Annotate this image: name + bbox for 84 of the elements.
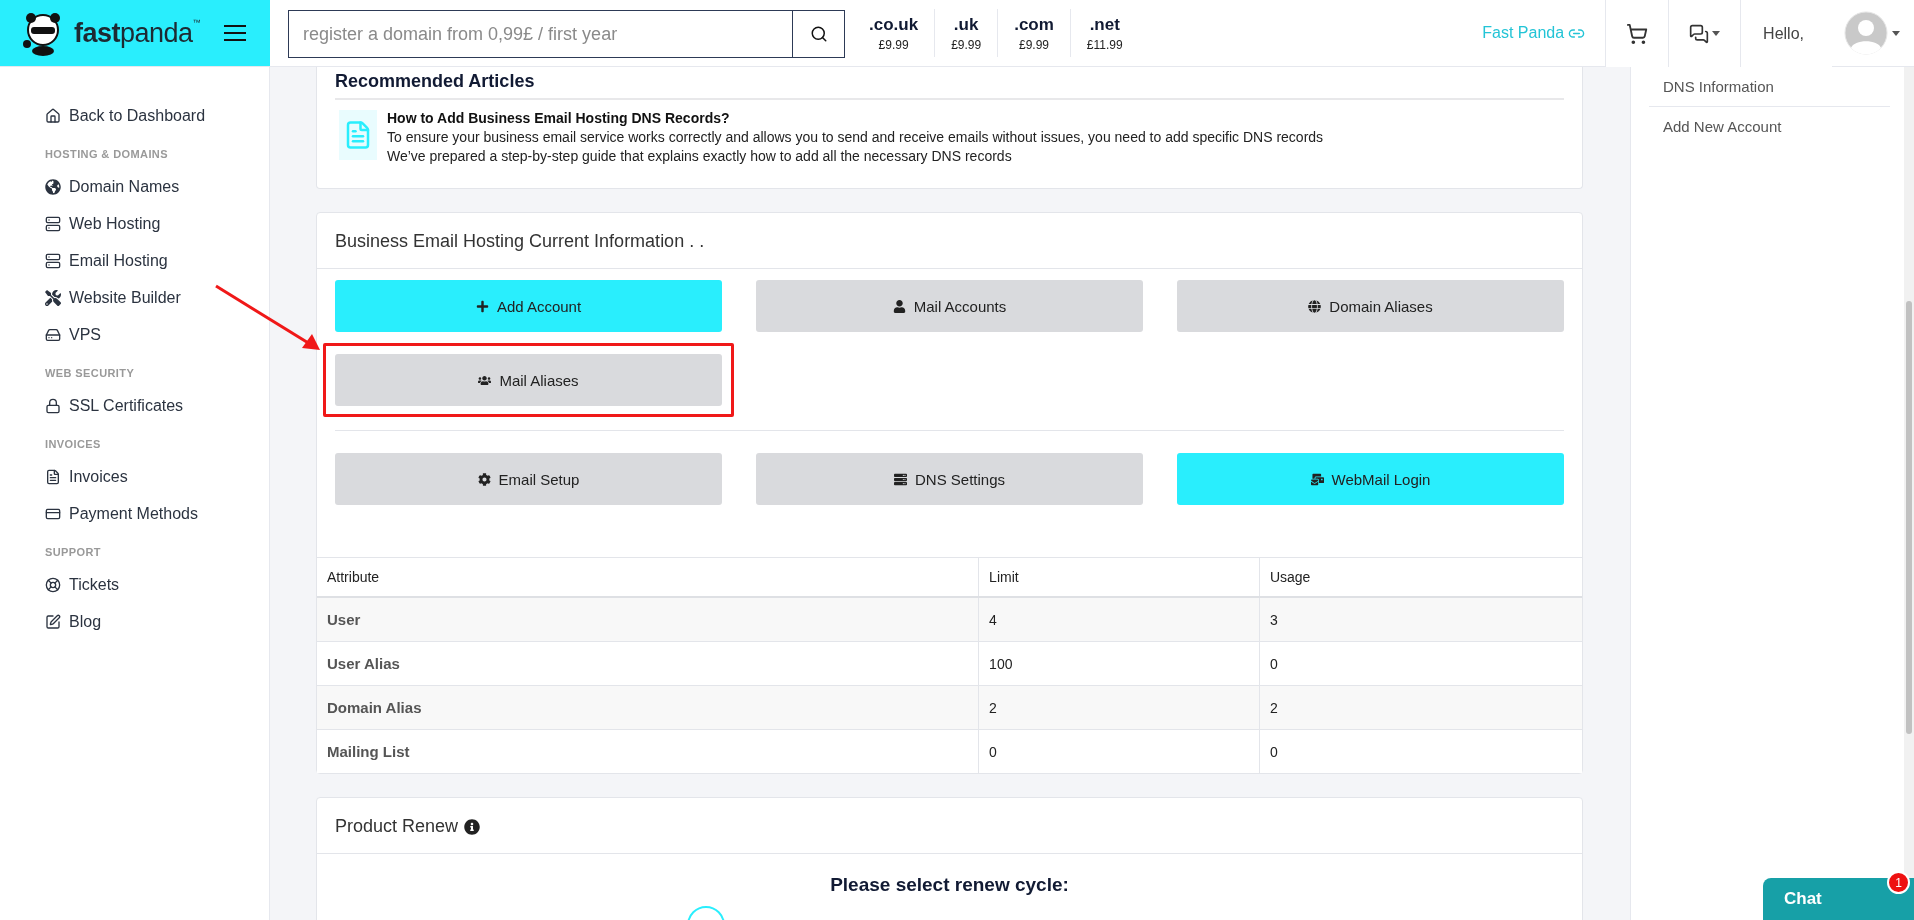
lifebuoy-icon — [45, 576, 61, 593]
sidebar-heading: WEB SECURITY — [45, 367, 136, 379]
edit-icon — [45, 613, 61, 630]
sidebar-item[interactable]: Blog — [45, 603, 269, 640]
globe-icon — [1308, 299, 1322, 313]
table-cell: 100 — [978, 641, 1260, 686]
table-cell: 4 — [978, 597, 1260, 642]
domain-price: £9.99 — [951, 37, 982, 52]
table-cell: User Alias — [317, 641, 979, 686]
search-icon — [809, 25, 828, 43]
article-link[interactable]: How to Add Business Email Hosting DNS Records? — [387, 110, 1324, 126]
domain-price: £9.99 — [878, 37, 909, 52]
action-button[interactable]: WebMail Login — [1177, 453, 1564, 505]
sidebar-item[interactable]: Domain Names — [45, 168, 269, 205]
back-to-dashboard-link[interactable]: Back to Dashboard — [45, 97, 269, 134]
lock-icon — [45, 397, 61, 414]
avatar-icon — [1844, 11, 1888, 55]
table-cell: 0 — [1259, 641, 1582, 686]
caret-icon — [1892, 30, 1900, 36]
cart-button[interactable] — [1605, 0, 1669, 67]
table-cell: 3 — [1259, 597, 1582, 642]
article-description: We’ve prepared a step-by-step guide that explains exactly how to add all the necessary DNS records — [387, 148, 1013, 164]
search-button[interactable] — [793, 10, 845, 58]
messages-button[interactable] — [1668, 0, 1741, 67]
greeting-text: Hello, — [1762, 24, 1805, 43]
domain-extension: .uk — [953, 14, 979, 35]
users-icon — [478, 373, 492, 387]
table-cell: 0 — [978, 729, 1260, 773]
action-button[interactable]: Mail Aliases — [335, 354, 722, 406]
table-cell: 2 — [1259, 685, 1582, 730]
server-icon — [893, 472, 907, 486]
action-button[interactable]: Email Setup — [335, 453, 722, 505]
tools-icon — [45, 289, 61, 306]
table-cell: 2 — [978, 685, 1260, 730]
action-button[interactable]: Domain Aliases — [1177, 280, 1564, 332]
sidebar-item[interactable]: Website Builder — [45, 279, 269, 316]
chat-bubbles-icon — [1689, 23, 1710, 44]
domain-extension: .net — [1089, 14, 1120, 35]
server-icon — [45, 215, 61, 232]
card-title: Product Renew — [335, 816, 459, 837]
sidebar-heading: INVOICES — [45, 438, 102, 450]
document-icon — [45, 468, 61, 485]
home-icon — [45, 107, 61, 124]
action-button[interactable]: Add Account — [335, 280, 722, 332]
scrollbar-thumb[interactable] — [1906, 301, 1912, 734]
articles-title: Recommended Articles — [335, 67, 1564, 100]
logo-text: fastpanda$^{™}$ — [74, 17, 201, 49]
renew-prompt: Please select renew cycle: — [829, 873, 1070, 897]
sidebar-item[interactable]: Invoices — [45, 458, 269, 495]
menu-button[interactable] — [224, 25, 247, 41]
globe-icon — [45, 178, 61, 195]
sidebar-item[interactable]: Tickets — [45, 566, 269, 603]
cart-icon — [1626, 22, 1649, 45]
domain-extension: .com — [1014, 14, 1054, 35]
mailbox-icon — [1310, 472, 1324, 486]
plus-icon — [475, 299, 489, 313]
table-cell: User — [317, 597, 979, 642]
domain-price: £9.99 — [1019, 37, 1049, 52]
side-menu-item[interactable]: DNS Information — [1649, 67, 1890, 107]
table-cell: Mailing List — [317, 729, 979, 773]
action-button[interactable]: Mail Accounts — [756, 280, 1143, 332]
sidebar-item[interactable]: Web Hosting — [45, 205, 269, 242]
gear-icon — [477, 472, 491, 486]
table-cell: Domain Alias — [317, 685, 979, 730]
sidebar-item[interactable]: Payment Methods — [45, 495, 269, 532]
sidebar-item[interactable]: VPS — [45, 316, 269, 353]
sidebar-item[interactable]: SSL Certificates — [45, 387, 269, 424]
sidebar-heading: HOSTING & DOMAINS — [45, 148, 169, 160]
caret-icon — [1712, 31, 1721, 36]
hard-drive-icon — [45, 326, 61, 343]
domain-search-field[interactable]: register a domain from 0,99£ / first year — [288, 10, 793, 58]
article-description: To ensure your business email service works correctly and allows you to send and receive emails without issues, you need to add specific DNS records — [387, 129, 1324, 145]
domain-extension: .co.uk — [869, 14, 919, 35]
sidebar-heading: SUPPORT — [45, 546, 102, 558]
table-cell: 0 — [1259, 729, 1582, 773]
card-title: Business Email Hosting Current Information . . — [317, 213, 1582, 269]
info-icon[interactable] — [464, 818, 481, 835]
user-icon — [892, 299, 906, 313]
sidebar-item[interactable]: Email Hosting — [45, 242, 269, 279]
side-menu-item[interactable]: Add New Account — [1649, 107, 1890, 146]
action-button[interactable]: DNS Settings — [756, 453, 1143, 505]
domain-price: £11.99 — [1086, 37, 1123, 52]
document-icon — [339, 110, 377, 160]
server-icon — [45, 252, 61, 269]
